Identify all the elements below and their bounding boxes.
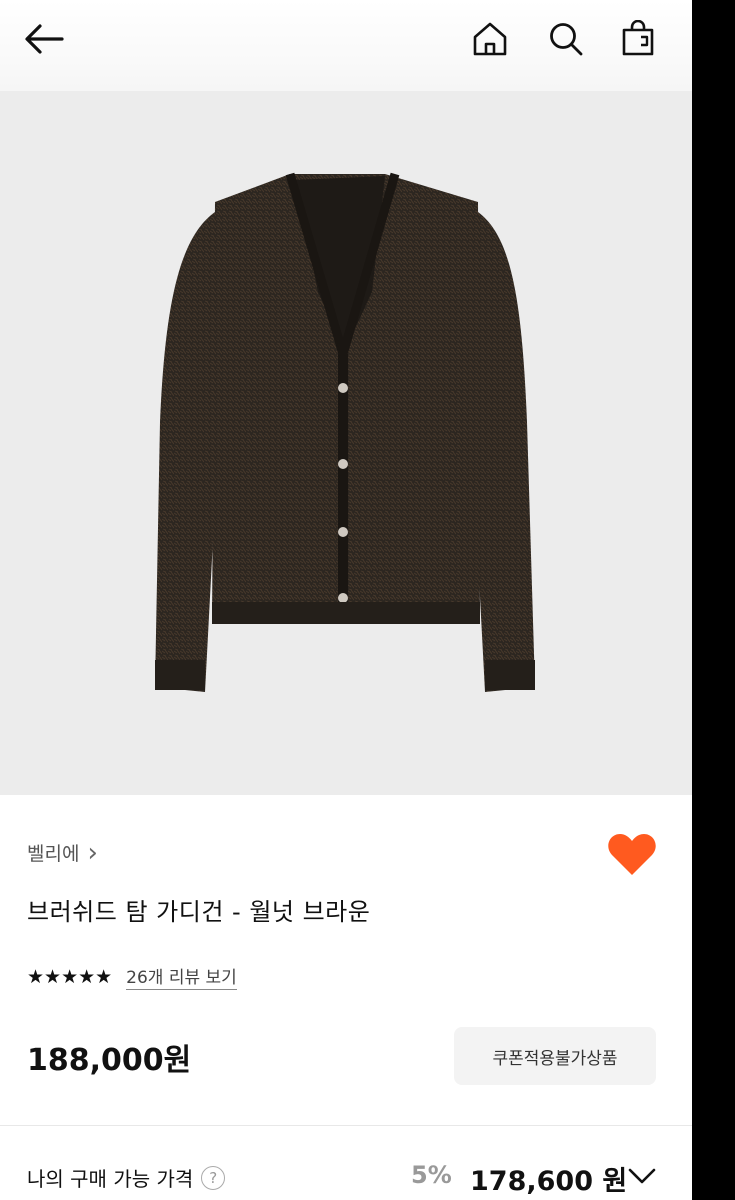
home-button[interactable] xyxy=(462,12,518,66)
search-button[interactable] xyxy=(538,12,594,66)
heart-icon xyxy=(608,834,656,875)
star-rating: ★★★★★ xyxy=(27,965,113,988)
divider xyxy=(0,1125,692,1126)
search-icon xyxy=(550,23,583,56)
brand-name: 벨리에 xyxy=(27,843,80,865)
chevron-right-icon: › xyxy=(87,837,98,868)
expand-price-button[interactable] xyxy=(622,1157,662,1195)
brand-link[interactable]: 벨리에 › xyxy=(27,839,98,866)
product-image[interactable] xyxy=(0,92,692,795)
coupon-unavailable-badge: 쿠폰적용불가상품 xyxy=(454,1027,656,1085)
product-info: 벨리에 › 브러쉬드 탐 가디건 - 월넛 브라운 ★★★★★ 26개 리뷰 보… xyxy=(0,795,692,1200)
purchase-label-text: 나의 구매 가능 가격 xyxy=(27,1167,194,1191)
product-price: 188,000원 xyxy=(27,1043,192,1078)
my-purchase-price-label: 나의 구매 가능 가격 ? xyxy=(27,1163,226,1192)
top-navigation-bar xyxy=(0,0,692,92)
product-detail-screen: 벨리에 › 브러쉬드 탐 가디건 - 월넛 브라운 ★★★★★ 26개 리뷰 보… xyxy=(0,0,692,1200)
cardigan-illustration xyxy=(155,172,535,692)
shopping-bag-icon xyxy=(622,20,654,56)
arrow-left-icon xyxy=(25,24,64,54)
screen-edge xyxy=(692,0,735,1200)
cart-button[interactable] xyxy=(610,12,666,66)
final-price: 178,600 원 xyxy=(470,1166,628,1197)
reviews-link[interactable]: 26개 리뷰 보기 xyxy=(126,963,237,990)
product-title: 브러쉬드 탐 가디건 - 월넛 브라운 xyxy=(27,898,371,926)
home-icon xyxy=(473,22,507,56)
rating-row: ★★★★★ 26개 리뷰 보기 xyxy=(27,963,237,990)
chevron-down-icon xyxy=(628,1168,656,1184)
back-button[interactable] xyxy=(14,12,74,66)
like-button[interactable] xyxy=(606,831,658,879)
discount-rate: 5% xyxy=(411,1161,452,1189)
help-icon[interactable]: ? xyxy=(201,1165,226,1190)
